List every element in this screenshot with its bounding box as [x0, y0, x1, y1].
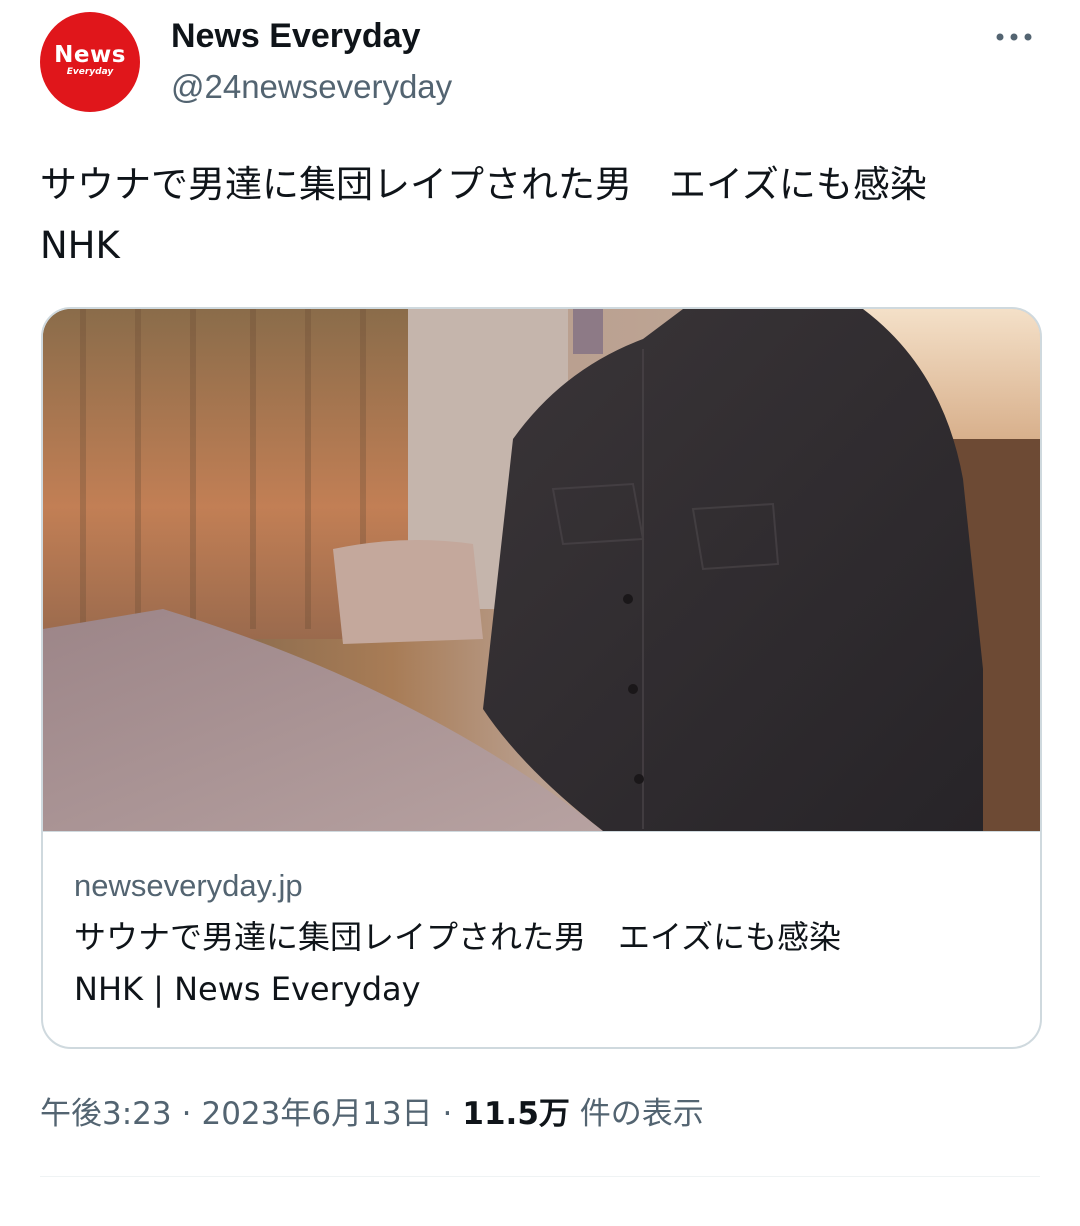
card-domain: newseveryday.jp — [74, 868, 303, 903]
tweet-time[interactable]: 午後3:23 — [40, 1096, 172, 1132]
meta-separator: · — [442, 1096, 453, 1132]
tweet-meta: 午後3:23 · 2023年6月13日 · 11.5万 件の表示 — [40, 1088, 704, 1133]
more-options-button[interactable] — [994, 22, 1034, 52]
tweet-date[interactable]: 2023年6月13日 — [201, 1096, 432, 1132]
view-count: 11.5万 — [462, 1096, 570, 1132]
tweet-header: News Everyday News Everyday @24newsevery… — [40, 10, 1040, 120]
author-name[interactable]: News Everyday — [171, 17, 421, 56]
card-image[interactable] — [43, 309, 1040, 831]
avatar-logo-subtext: Everyday — [66, 66, 114, 77]
divider — [40, 1176, 1040, 1177]
view-label: 件の表示 — [579, 1096, 704, 1132]
card-title: サウナで男達に集団レイプされた男 エイズにも感染 NHK | News Ever… — [74, 918, 842, 1008]
avatar-logo-text: News — [54, 41, 126, 68]
author-handle[interactable]: @24newseveryday — [171, 68, 452, 106]
meta-separator: · — [181, 1096, 192, 1132]
link-card[interactable]: newseveryday.jp サウナで男達に集団レイプされた男 エイズにも感染… — [41, 307, 1042, 1049]
tweet-text: サウナで男達に集団レイプされた男 エイズにも感染 NHK — [40, 163, 964, 267]
card-divider — [43, 831, 1040, 832]
card-meta: newseveryday.jp サウナで男達に集団レイプされた男 エイズにも感染… — [74, 861, 1004, 1015]
avatar[interactable]: News Everyday — [40, 12, 140, 112]
more-horizontal-icon — [996, 33, 1032, 41]
